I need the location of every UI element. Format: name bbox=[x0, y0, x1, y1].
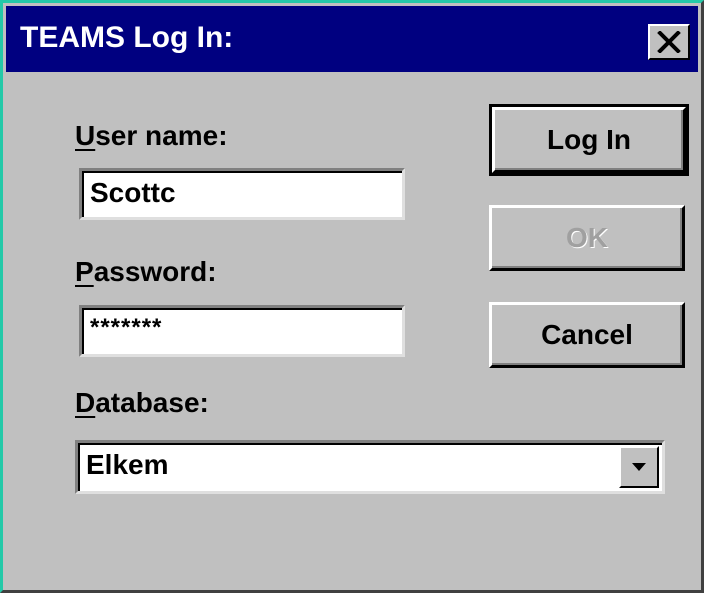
chevron-down-icon bbox=[632, 463, 646, 471]
password-value: ******* bbox=[90, 314, 163, 341]
login-button[interactable]: Log In bbox=[489, 104, 689, 176]
password-label: Password: bbox=[75, 256, 217, 288]
login-button-label: Log In bbox=[547, 124, 631, 155]
password-label-mnemonic: P bbox=[75, 256, 94, 287]
database-label-mnemonic: D bbox=[75, 387, 96, 418]
username-value: Scottc bbox=[90, 177, 176, 208]
database-select[interactable]: Elkem bbox=[75, 440, 665, 494]
close-button[interactable] bbox=[648, 24, 690, 60]
username-input[interactable]: Scottc bbox=[79, 168, 405, 220]
username-label-mnemonic: U bbox=[75, 120, 96, 151]
database-value: Elkem bbox=[86, 449, 169, 480]
database-dropdown-button[interactable] bbox=[619, 446, 659, 488]
ok-button-label: OK bbox=[566, 222, 608, 253]
dialog-title: TEAMS Log In: bbox=[20, 21, 234, 54]
title-bar: TEAMS Log In: bbox=[6, 6, 698, 72]
close-icon bbox=[657, 31, 681, 53]
database-label: Database: bbox=[75, 387, 209, 419]
password-label-text: assword: bbox=[93, 256, 217, 287]
username-label: User name: bbox=[75, 120, 228, 152]
cancel-button[interactable]: Cancel bbox=[489, 302, 685, 368]
cancel-button-label: Cancel bbox=[541, 319, 633, 350]
ok-button[interactable]: OK bbox=[489, 205, 685, 271]
username-label-text: ser name: bbox=[95, 120, 228, 151]
password-input[interactable]: ******* bbox=[79, 305, 405, 357]
login-dialog: TEAMS Log In: User name: Scottc Password… bbox=[0, 0, 704, 593]
database-label-text: atabase: bbox=[95, 387, 209, 418]
